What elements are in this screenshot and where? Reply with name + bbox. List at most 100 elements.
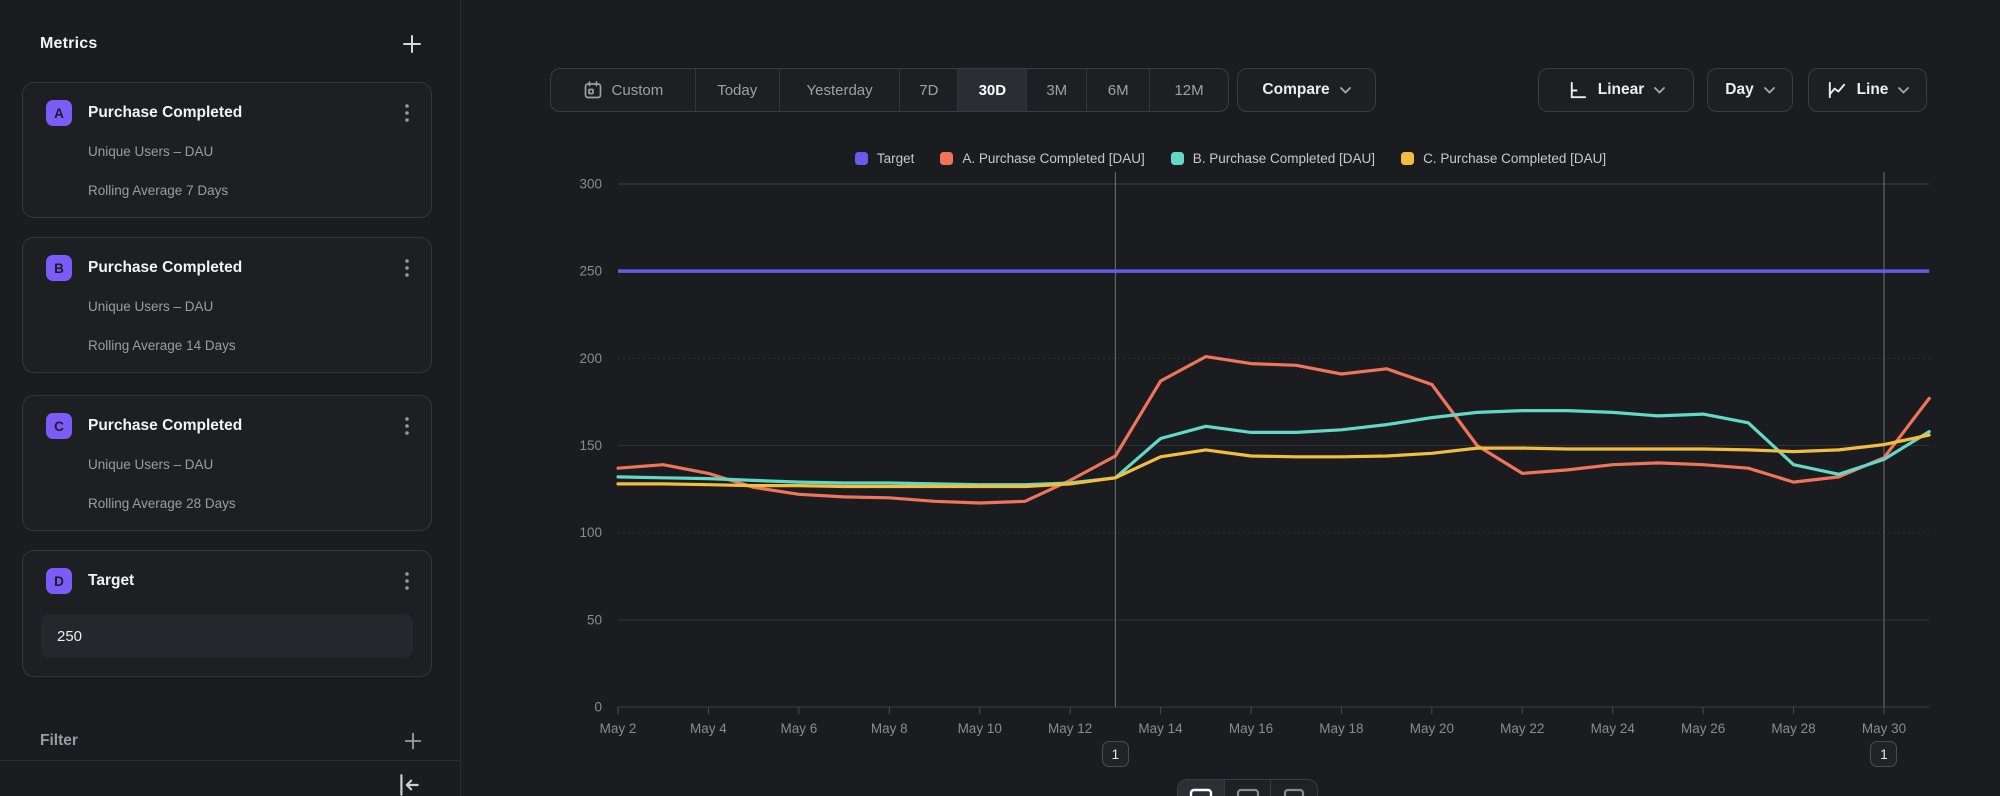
range-option-12m[interactable]: 12M [1150,69,1228,111]
legend-item[interactable]: B. Purchase Completed [DAU] [1171,151,1375,166]
metric-card-target[interactable]: D Target [22,550,432,677]
range-option-yesterday[interactable]: Yesterday [780,69,901,111]
kebab-icon [399,416,415,436]
metric-card-a[interactable]: A Purchase Completed Unique Users – DAU … [22,82,432,218]
y-axis-label: 300 [579,177,602,192]
view-toggle-split[interactable] [1271,780,1317,796]
metric-card-a-header: A Purchase Completed [46,100,415,126]
metric-badge-c: C [46,413,72,439]
range-option-custom[interactable]: Custom [551,69,696,111]
legend-swatch [855,152,868,165]
metric-transform: Rolling Average 7 Days [88,183,228,198]
split-view-icon [1282,788,1306,796]
x-axis-label: May 16 [1229,721,1273,736]
add-filter-button[interactable] [402,730,424,752]
metric-card-c[interactable]: C Purchase Completed Unique Users – DAU … [22,395,432,531]
legend-item[interactable]: A. Purchase Completed [DAU] [940,151,1144,166]
sidebar-divider [0,760,460,761]
range-option-today[interactable]: Today [696,69,780,111]
x-axis-label: May 14 [1138,721,1183,736]
collapse-panel-icon [396,772,422,796]
chevron-down-icon [1654,87,1665,94]
legend-label: B. Purchase Completed [DAU] [1193,151,1375,166]
chevron-down-icon [1764,87,1775,94]
y-axis-label: 50 [587,612,602,627]
x-axis-label: May 8 [871,721,908,736]
chart-type-label: Line [1857,81,1889,99]
range-option-30d[interactable]: 30D [958,69,1027,111]
annotation-badge[interactable]: 1 [1870,741,1897,767]
plus-icon [402,730,424,752]
collapse-sidebar-button[interactable] [396,772,422,796]
legend-item[interactable]: C. Purchase Completed [DAU] [1401,151,1606,166]
compare-button[interactable]: Compare [1237,68,1376,112]
plus-icon [400,32,424,56]
y-axis-label: 100 [579,525,602,540]
range-option-3m[interactable]: 3M [1027,69,1087,111]
scale-label: Linear [1598,81,1645,99]
chart-legend: Target A. Purchase Completed [DAU] B. Purc… [461,147,2000,169]
date-range-control: CustomToday Yesterday 7D 30D 3M 6M 12M [550,68,1229,112]
series-line-b [618,411,1929,485]
y-axis-label: 150 [579,438,602,453]
x-axis-label: May 24 [1591,721,1636,736]
x-axis-label: May 10 [958,721,1002,736]
metric-card-target-header: D Target [46,568,415,594]
range-option-label: 7D [919,82,938,99]
x-axis-label: May 6 [780,721,817,736]
legend-item[interactable]: Target [855,151,915,166]
add-metric-button[interactable] [400,32,424,56]
metric-menu-button[interactable] [399,258,415,278]
filter-label: Filter [40,732,78,750]
metric-measure: Unique Users – DAU [88,299,213,314]
y-axis-label: 250 [579,264,602,279]
metric-menu-button[interactable] [399,571,415,591]
range-option-label: Yesterday [806,82,872,99]
calendar-icon [583,80,603,100]
y-axis-label: 200 [579,351,602,366]
annotation-badge[interactable]: 1 [1102,741,1129,767]
sidebar-title: Metrics [40,35,97,53]
view-toggle-table[interactable] [1225,780,1272,796]
metric-card-c-header: C Purchase Completed [46,413,415,439]
chart-type-select-button[interactable]: Line [1808,68,1927,112]
metric-title: Purchase Completed [88,104,399,122]
metric-transform: Rolling Average 28 Days [88,496,236,511]
x-axis-label: May 12 [1048,721,1092,736]
x-axis-label: May 2 [600,721,637,736]
legend-swatch [1171,152,1184,165]
metric-badge-d: D [46,568,72,594]
line-chart[interactable]: 050100150200250300May 2May 4May 6May 8Ma… [461,0,2000,796]
metrics-dashboard: Metrics A Purchase Completed Unique User… [0,0,2000,796]
target-value-input[interactable] [41,614,413,658]
compare-label: Compare [1262,81,1329,99]
metric-card-b[interactable]: B Purchase Completed Unique Users – DAU … [22,237,432,373]
x-axis-label: May 26 [1681,721,1725,736]
metrics-sidebar: Metrics A Purchase Completed Unique User… [0,0,461,796]
range-option-7d[interactable]: 7D [900,69,958,111]
x-axis-label: May 22 [1500,721,1544,736]
metric-card-b-header: B Purchase Completed [46,255,415,281]
range-option-label: 30D [979,82,1007,99]
range-option-6m[interactable]: 6M [1087,69,1150,111]
metric-menu-button[interactable] [399,103,415,123]
chevron-down-icon [1898,87,1909,94]
metric-menu-button[interactable] [399,416,415,436]
metric-measure: Unique Users – DAU [88,144,213,159]
range-option-label: 3M [1046,82,1067,99]
scale-select-button[interactable]: Linear [1538,68,1694,112]
range-option-label: 6M [1108,82,1129,99]
view-toggle-chart[interactable] [1178,780,1225,796]
x-axis-label: May 30 [1862,721,1906,736]
kebab-icon [399,103,415,123]
chevron-down-icon [1340,87,1351,94]
metric-title: Purchase Completed [88,259,399,277]
interval-select-button[interactable]: Day [1707,68,1793,112]
y-axis-label: 0 [594,700,602,715]
metric-title: Target [88,572,399,590]
legend-label: Target [877,151,915,166]
metric-transform: Rolling Average 14 Days [88,338,236,353]
linear-axis-icon [1567,80,1588,101]
line-chart-icon [1826,80,1847,101]
metric-badge-b: B [46,255,72,281]
